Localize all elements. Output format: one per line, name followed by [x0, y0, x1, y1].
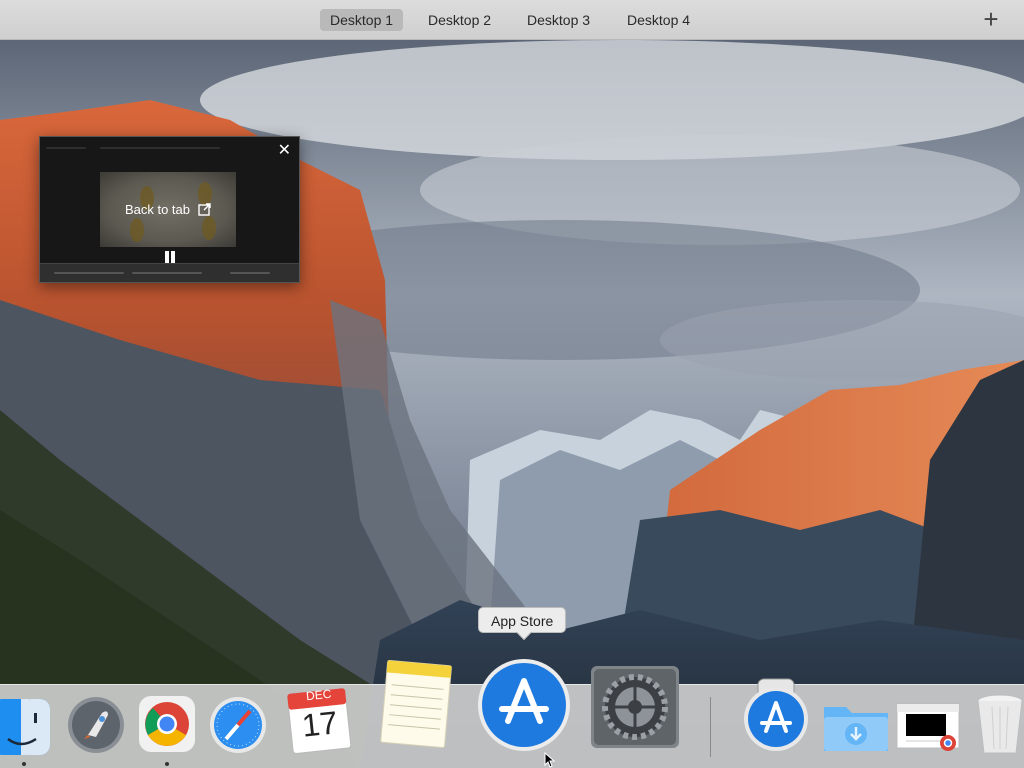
pip-window[interactable]: Back to tab ✕: [39, 136, 300, 283]
back-to-tab-button[interactable]: Back to tab: [100, 172, 236, 247]
tab-desktop-4[interactable]: Desktop 4: [617, 9, 700, 31]
calendar-day: 17: [300, 704, 340, 744]
dock-app-store-download[interactable]: [742, 677, 812, 753]
app-store-download-icon: [744, 678, 808, 751]
chrome-icon: [139, 696, 195, 752]
dock-chrome-window[interactable]: [896, 701, 962, 753]
dock-trash[interactable]: [974, 691, 1024, 757]
dock-finder[interactable]: [0, 697, 52, 757]
dock-chrome[interactable]: [138, 695, 196, 753]
back-to-tab-label: Back to tab: [124, 202, 191, 217]
tab-desktop-2[interactable]: Desktop 2: [418, 9, 501, 31]
pip-close-button[interactable]: ✕: [278, 143, 291, 159]
dock-downloads-folder[interactable]: [822, 699, 890, 753]
dock-separator: [710, 697, 711, 757]
add-desktop-button[interactable]: +: [978, 6, 1004, 32]
spaces-bar: Desktop 1 Desktop 2 Desktop 3 Desktop 4 …: [0, 0, 1024, 40]
trash-icon: [977, 694, 1023, 754]
dock-notes[interactable]: [376, 657, 456, 753]
dock-calendar[interactable]: DEC 17: [284, 685, 352, 755]
dock-launchpad[interactable]: [66, 695, 126, 755]
finder-icon: [0, 699, 50, 755]
pause-icon[interactable]: [164, 251, 176, 263]
downloads-folder-icon: [824, 707, 888, 751]
calendar-month: DEC: [305, 686, 333, 704]
notes-icon: [380, 660, 452, 748]
open-in-new-icon: [198, 203, 211, 216]
finder-running-dot: [22, 762, 26, 766]
chrome-running-dot: [165, 762, 169, 766]
app-store-tooltip: App Store: [478, 607, 567, 641]
gear-icon: [591, 666, 679, 748]
tab-desktop-3[interactable]: Desktop 3: [517, 9, 600, 31]
safari-compass-icon: [210, 697, 266, 753]
tab-desktop-1[interactable]: Desktop 1: [320, 9, 404, 31]
pip-status-strip: [40, 263, 299, 282]
mouse-cursor-icon: [544, 752, 556, 768]
dock: DEC 17: [0, 659, 1024, 768]
dock-system-preferences[interactable]: [590, 665, 680, 749]
dock-safari[interactable]: [208, 695, 268, 755]
dock-app-store[interactable]: [476, 657, 572, 753]
app-store-icon: [478, 659, 570, 751]
chrome-window-thumbnail: [896, 703, 960, 751]
launchpad-rocket-icon: [68, 697, 124, 753]
